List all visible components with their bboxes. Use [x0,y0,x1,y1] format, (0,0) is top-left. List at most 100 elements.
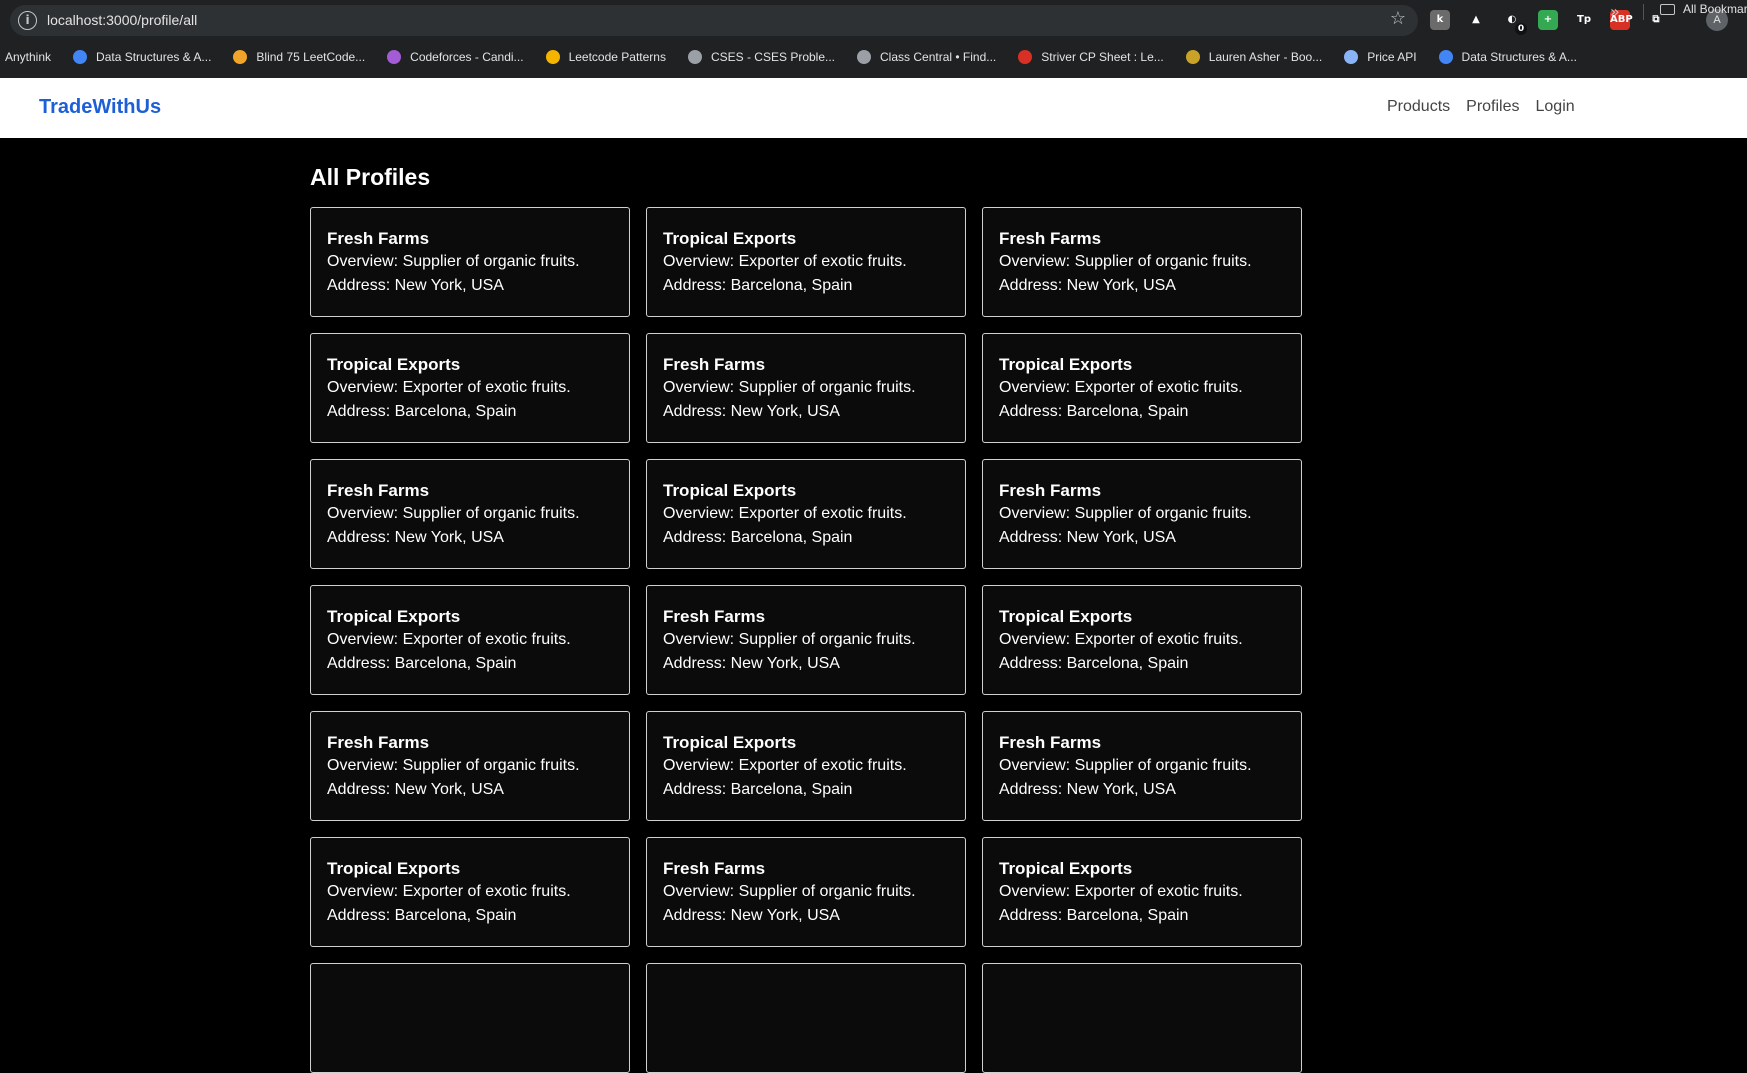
extensions-toolbar: k ▲ ◐ 0 + Tp ABP ⧉ [1430,8,1682,35]
page-title: All Profiles [310,164,431,190]
plus-circle-icon[interactable]: + [1538,10,1558,30]
bookmark-label: Codeforces - Candi... [410,50,524,64]
profile-overview: Overview: Exporter of exotic fruits. [327,631,571,648]
profile-address: Address: New York, USA [327,529,504,546]
bookmarks-bar: Anythink Data Structures & A... Blind 75 L… [0,46,1747,68]
bookmark-item[interactable]: Price API [1344,50,1417,64]
extension-badge-icon[interactable]: ◐ 0 [1502,10,1527,35]
bookmark-label: Leetcode Patterns [568,50,666,64]
bookmark-favicon-icon [1438,50,1453,64]
profile-card[interactable]: Tropical Exports Overview: Exporter of ex… [982,333,1302,443]
profile-name: Fresh Farms [999,733,1102,752]
profile-card[interactable]: Tropical Exports Overview: Exporter of ex… [310,333,630,443]
profile-overview: Overview: Supplier of organic fruits. [999,757,1252,774]
tp-icon[interactable]: Tp [1574,10,1594,30]
url-text[interactable]: localhost:3000/profile/all [47,12,197,28]
all-bookmarks-button[interactable]: All Bookmarks [1660,2,1747,16]
bookmark-item[interactable]: Striver CP Sheet : Le... [1018,50,1164,64]
profile-card[interactable]: Fresh Farms Overview: Supplier of organic… [646,333,966,443]
profile-card[interactable]: Tropical Exports Overview: Exporter of ex… [982,585,1302,695]
nav-link-profiles[interactable]: Profiles [1466,98,1519,116]
bookmark-star-icon[interactable]: ☆ [1390,8,1406,29]
profile-name: Fresh Farms [327,229,430,248]
profile-name: Fresh Farms [327,733,430,752]
profile-card[interactable]: Tropical Exports Overview: Exporter of ex… [982,837,1302,947]
profile-card[interactable]: Fresh Farms Overview: Supplier of organic… [310,207,630,317]
bookmark-item[interactable]: Class Central • Find... [857,50,996,64]
main-content: All Profiles Fresh Farms Overview: Suppli… [310,138,1310,1073]
bookmark-item[interactable]: Leetcode Patterns [545,50,666,64]
profile-name: Tropical Exports [999,607,1133,626]
profile-name: Tropical Exports [327,607,461,626]
bookmark-item[interactable]: CSES - CSES Proble... [687,50,836,64]
k-extension-icon[interactable]: k [1430,10,1450,30]
profile-card[interactable]: Fresh Farms Overview: Supplier of organic… [646,585,966,695]
profile-address: Address: Barcelona, Spain [327,655,517,672]
profile-address: Address: Barcelona, Spain [663,277,853,294]
profile-card[interactable]: Tropical Exports Overview: Exporter of ex… [646,459,966,569]
profile-card[interactable]: Fresh Farms Overview: Supplier of organic… [982,711,1302,821]
profile-overview: Overview: Supplier of organic fruits. [999,253,1252,270]
profile-card[interactable]: Fresh Farms Overview: Supplier of organic… [310,711,630,821]
profile-name: Tropical Exports [663,229,797,248]
profile-overview: Overview: Supplier of organic fruits. [663,883,916,900]
bookmark-item[interactable]: Anythink [5,50,51,64]
bookmark-favicon-icon [1185,50,1200,64]
bookmark-favicon-icon [687,50,702,64]
bookmark-item[interactable]: Data Structures & A... [1438,50,1577,64]
bookmark-item[interactable]: Codeforces - Candi... [387,50,524,64]
profile-address: Address: New York, USA [327,781,504,798]
bookmark-item[interactable]: Lauren Asher - Boo... [1185,50,1322,64]
chevron-double-right-icon[interactable]: » [1610,2,1620,21]
bookmark-label: Class Central • Find... [880,50,997,64]
site-info-icon[interactable]: i [18,11,37,30]
profile-card[interactable]: Tropical Exports Overview: Exporter of ex… [310,585,630,695]
profile-name: Fresh Farms [999,229,1102,248]
drive-icon[interactable]: ▲ [1466,10,1486,30]
profile-card[interactable] [982,963,1302,1073]
bookmarks-divider [1643,4,1644,20]
app-navbar: TradeWithUs Products Profiles Login [0,78,1747,138]
profile-name: Fresh Farms [663,607,766,626]
profile-address: Address: Barcelona, Spain [663,529,853,546]
folder-icon [1660,3,1675,15]
profile-card[interactable]: Fresh Farms Overview: Supplier of organic… [646,837,966,947]
bookmark-item[interactable]: Blind 75 LeetCode... [233,50,365,64]
bookmark-item[interactable]: Data Structures & A... [73,50,211,64]
profile-card[interactable]: Tropical Exports Overview: Exporter of ex… [310,837,630,947]
profile-overview: Overview: Supplier of organic fruits. [999,505,1252,522]
profile-card[interactable]: Tropical Exports Overview: Exporter of ex… [646,207,966,317]
profile-address: Address: Barcelona, Spain [999,655,1189,672]
profile-address: Address: New York, USA [327,277,504,294]
bookmark-favicon-icon [1018,50,1033,64]
profile-address: Address: New York, USA [663,655,840,672]
profile-overview: Overview: Supplier of organic fruits. [327,253,580,270]
profile-card[interactable]: Fresh Farms Overview: Supplier of organic… [982,459,1302,569]
profile-overview: Overview: Exporter of exotic fruits. [663,757,907,774]
nav-link-products[interactable]: Products [1387,98,1450,116]
profile-card[interactable]: Fresh Farms Overview: Supplier of organic… [982,207,1302,317]
profile-name: Fresh Farms [663,859,766,878]
profile-card[interactable]: Tropical Exports Overview: Exporter of ex… [646,711,966,821]
brand-logo-link[interactable]: TradeWithUs [39,96,161,119]
profile-overview: Overview: Supplier of organic fruits. [663,631,916,648]
nav-link-login[interactable]: Login [1536,98,1575,116]
profile-name: Tropical Exports [999,859,1133,878]
profile-card[interactable]: Fresh Farms Overview: Supplier of organic… [310,459,630,569]
address-bar[interactable]: i localhost:3000/profile/all ☆ [10,5,1418,36]
bookmark-label: CSES - CSES Proble... [710,50,836,64]
profile-overview: Overview: Supplier of organic fruits. [663,379,916,396]
profile-card[interactable] [310,963,630,1073]
profile-card[interactable] [646,963,966,1073]
bookmark-favicon-icon [1344,50,1359,64]
extension-badge: 0 [1515,23,1527,35]
bookmark-favicon-icon [857,50,872,64]
bookmark-favicon-icon [387,50,402,64]
profile-address: Address: New York, USA [663,403,840,420]
bookmark-label: Striver CP Sheet : Le... [1041,50,1164,64]
profile-address: Address: New York, USA [999,529,1176,546]
all-bookmarks-label: All Bookmarks [1683,2,1747,16]
profile-overview: Overview: Exporter of exotic fruits. [999,883,1243,900]
profile-address: Address: Barcelona, Spain [999,403,1189,420]
profile-address: Address: Barcelona, Spain [663,781,853,798]
